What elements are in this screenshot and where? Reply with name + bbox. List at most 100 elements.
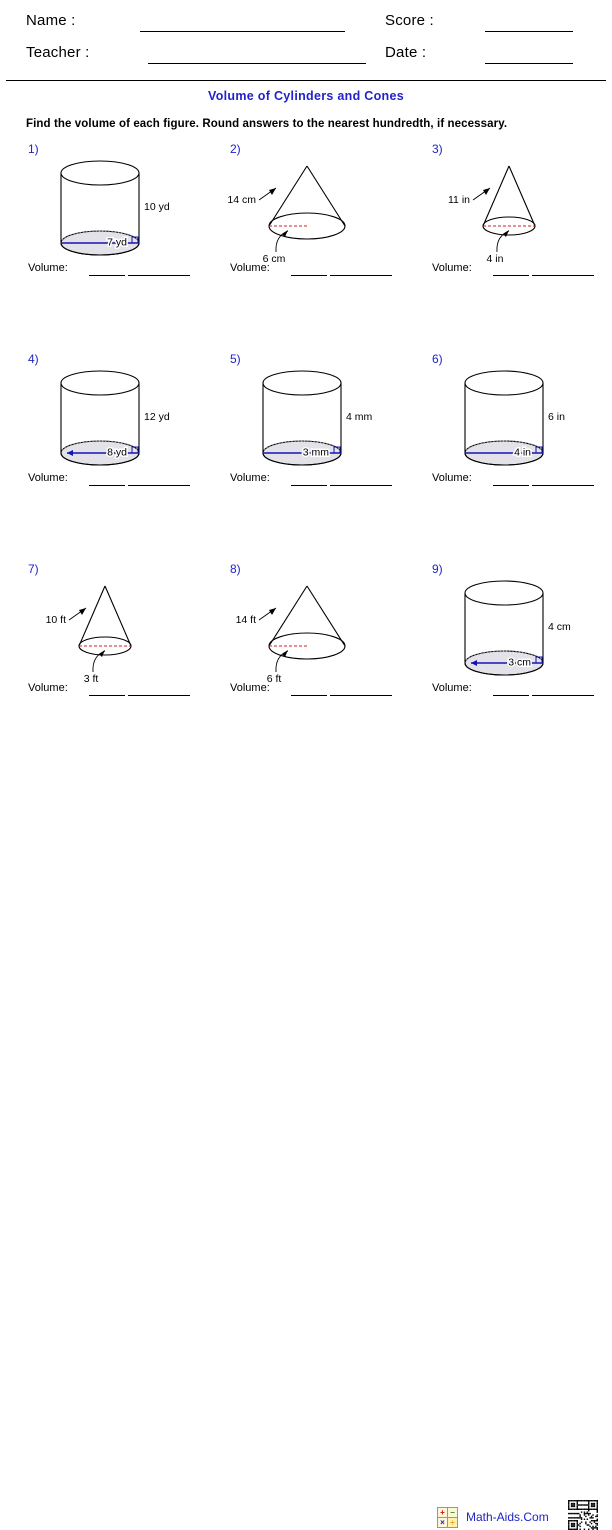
plus-icon: +: [438, 1508, 447, 1517]
height-dimension-label: 6 in: [548, 411, 565, 423]
cone-figure: 10 ft3 ft: [46, 585, 132, 685]
score-input-line[interactable]: [485, 31, 573, 32]
height-dimension-label: 4 mm: [346, 411, 373, 423]
volume-answer-line[interactable]: [330, 485, 392, 486]
math-operators-icon: + − × ÷: [437, 1507, 458, 1528]
problem-1: 1) 10 yd 7 yd Volume:: [0, 140, 200, 350]
height-dimension-label: 4 cm: [548, 621, 571, 633]
problem-6: 6) 6 in 4 in Volume:: [404, 350, 604, 560]
page-title: Volume of Cylinders and Cones: [208, 89, 404, 103]
name-label: Name :: [26, 12, 76, 29]
cylinder-top-ellipse: [60, 370, 140, 396]
volume-answer-line[interactable]: [128, 695, 190, 696]
volume-answer-row: Volume:: [230, 472, 405, 490]
volume-answer-line[interactable]: [493, 695, 529, 696]
height-leader: [258, 607, 277, 621]
cone-figure-container: 10 ft 3 ft: [0, 568, 200, 685]
base-dimension-label: 4 in: [514, 447, 531, 459]
cylinder-top-ellipse: [262, 370, 342, 396]
problem-4: 4) 12 yd 8 yd Volume:: [0, 350, 200, 560]
cylinder-top-ellipse: [464, 580, 544, 606]
problem-8: 8) 14 ft 6 ft Volume:: [202, 560, 402, 770]
height-dimension-label: 14 cm: [227, 194, 256, 206]
base-dimension-label: 3 mm: [303, 447, 330, 459]
problem-3: 3) 11 in 4 in Volume:: [404, 140, 604, 350]
volume-answer-line[interactable]: [330, 695, 392, 696]
volume-answer-row: Volume:: [432, 262, 607, 280]
volume-label: Volume:: [28, 472, 68, 484]
height-dimension-label: 11 in: [448, 194, 470, 206]
volume-answer-line[interactable]: [532, 485, 594, 486]
minus-icon: −: [448, 1508, 457, 1517]
volume-answer-line[interactable]: [291, 275, 327, 276]
volume-answer-row: Volume:: [230, 682, 405, 700]
height-leader: [68, 607, 87, 621]
volume-answer-line[interactable]: [128, 485, 190, 486]
volume-answer-line[interactable]: [89, 695, 125, 696]
cylinder-figure: 4 mm 3 mm: [262, 370, 373, 466]
volume-answer-row: Volume:: [230, 262, 405, 280]
volume-label: Volume:: [230, 262, 270, 274]
volume-answer-row: Volume:: [432, 472, 607, 490]
date-label: Date :: [385, 44, 427, 61]
base-dimension-label: 8 yd: [107, 447, 127, 459]
problem-5: 5) 4 mm 3 mm Volume:: [202, 350, 402, 560]
header-divider: [6, 80, 606, 81]
volume-answer-line[interactable]: [89, 485, 125, 486]
volume-answer-line[interactable]: [291, 695, 327, 696]
volume-answer-line[interactable]: [291, 485, 327, 486]
score-label: Score :: [385, 12, 434, 29]
base-dimension-label: 3 cm: [508, 657, 531, 669]
cylinder-figure-container: 6 in 4 in: [404, 358, 604, 473]
cylinder-figure-container: 12 yd 8 yd: [0, 358, 200, 473]
cylinder-figure-container: 10 yd 7 yd: [0, 148, 200, 263]
qr-code: [568, 1500, 598, 1530]
cylinder-figure: 12 yd 8 yd: [60, 370, 170, 466]
cone-figure: 14 ft6 ft: [236, 585, 346, 685]
volume-answer-line[interactable]: [493, 485, 529, 486]
volume-label: Volume:: [432, 472, 472, 484]
volume-answer-line[interactable]: [493, 275, 529, 276]
cone-figure: 11 in4 in: [448, 165, 536, 265]
cylinder-figure: 6 in 4 in: [464, 370, 565, 466]
cone-figure-container: 14 ft 6 ft: [202, 568, 402, 685]
cylinder-figure-container: 4 mm 3 mm: [202, 358, 402, 473]
volume-label: Volume:: [230, 682, 270, 694]
cone-figure-container: 14 cm 6 cm: [202, 148, 402, 265]
volume-answer-line[interactable]: [532, 695, 594, 696]
height-leader: [472, 187, 491, 201]
times-icon: ×: [438, 1518, 447, 1527]
problem-9: 9) 4 cm 3 cm Volume:: [404, 560, 604, 770]
worksheet-header: Name : Score : Teacher : Date :: [0, 0, 612, 80]
volume-answer-line[interactable]: [330, 275, 392, 276]
base-dimension-label: 7 yd: [107, 237, 127, 249]
volume-answer-row: Volume:: [28, 472, 203, 490]
problem-7: 7) 10 ft 3 ft Volume:: [0, 560, 200, 770]
teacher-input-line[interactable]: [148, 63, 366, 64]
volume-answer-line[interactable]: [128, 275, 190, 276]
volume-label: Volume:: [230, 472, 270, 484]
height-dimension-label: 10 yd: [144, 201, 170, 213]
qr-code: [568, 1500, 598, 1530]
volume-answer-row: Volume:: [28, 262, 203, 280]
cylinder-figure-container: 4 cm 3 cm: [404, 568, 604, 683]
cone-figure-container: 11 in 4 in: [404, 148, 604, 265]
brand-link[interactable]: Math-Aids.Com: [466, 1510, 549, 1524]
volume-answer-row: Volume:: [432, 682, 607, 700]
divide-icon: ÷: [448, 1518, 457, 1527]
cylinder-figure: 4 cm 3 cm: [464, 580, 571, 676]
problem-2: 2) 14 cm 6 cm Volume:: [202, 140, 402, 350]
volume-label: Volume:: [28, 262, 68, 274]
volume-label: Volume:: [432, 262, 472, 274]
teacher-label: Teacher :: [26, 44, 90, 61]
volume-label: Volume:: [28, 682, 68, 694]
cylinder-figure: 10 yd 7 yd: [60, 160, 170, 256]
volume-answer-line[interactable]: [89, 275, 125, 276]
height-dimension-label: 12 yd: [144, 411, 170, 423]
volume-label: Volume:: [432, 682, 472, 694]
name-input-line[interactable]: [140, 31, 345, 32]
height-leader: [258, 187, 277, 201]
date-input-line[interactable]: [485, 63, 573, 64]
volume-answer-line[interactable]: [532, 275, 594, 276]
volume-answer-row: Volume:: [28, 682, 203, 700]
